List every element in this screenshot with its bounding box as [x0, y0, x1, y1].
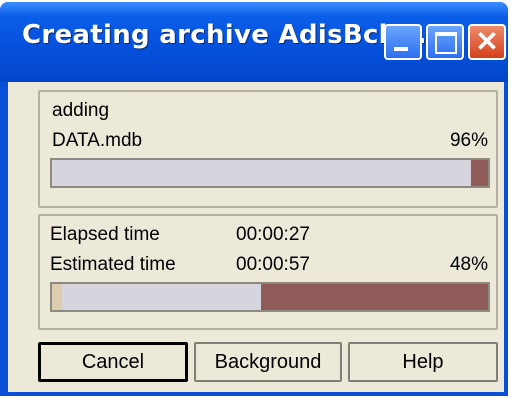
dialog-body: adding DATA.mdb 96% Elapsed time 00:00:2…: [8, 82, 504, 392]
maximize-button[interactable]: [426, 24, 464, 60]
close-icon: ✕: [475, 26, 499, 57]
file-name: DATA.mdb: [52, 130, 143, 151]
minimize-button[interactable]: [384, 24, 422, 60]
elapsed-time-label: Elapsed time: [50, 224, 160, 245]
help-button[interactable]: Help: [348, 342, 498, 382]
cancel-button[interactable]: Cancel: [38, 342, 188, 382]
estimated-time-label: Estimated time: [50, 254, 176, 275]
current-file-group: adding DATA.mdb 96%: [38, 90, 498, 208]
overall-percent: 48%: [449, 254, 488, 275]
estimated-time-value: 00:00:57: [236, 254, 310, 275]
close-button[interactable]: ✕: [468, 24, 506, 60]
window-title: Creating archive AdisBck...: [22, 20, 427, 50]
overall-progress-start-mark: [52, 284, 62, 310]
overall-progress-bar: [50, 282, 490, 312]
archive-progress-window: Creating archive AdisBck... ✕ adding DAT…: [0, 2, 508, 396]
background-button[interactable]: Background: [194, 342, 342, 382]
action-label: adding: [52, 100, 110, 121]
overall-group: Elapsed time 00:00:27 Estimated time 00:…: [38, 214, 498, 330]
overall-progress-fill: [261, 284, 488, 310]
elapsed-time-value: 00:00:27: [236, 224, 310, 245]
file-progress-bar: [50, 158, 490, 188]
file-percent: 96%: [449, 130, 488, 151]
title-bar[interactable]: Creating archive AdisBck... ✕: [0, 2, 508, 82]
file-progress-fill: [470, 160, 488, 186]
